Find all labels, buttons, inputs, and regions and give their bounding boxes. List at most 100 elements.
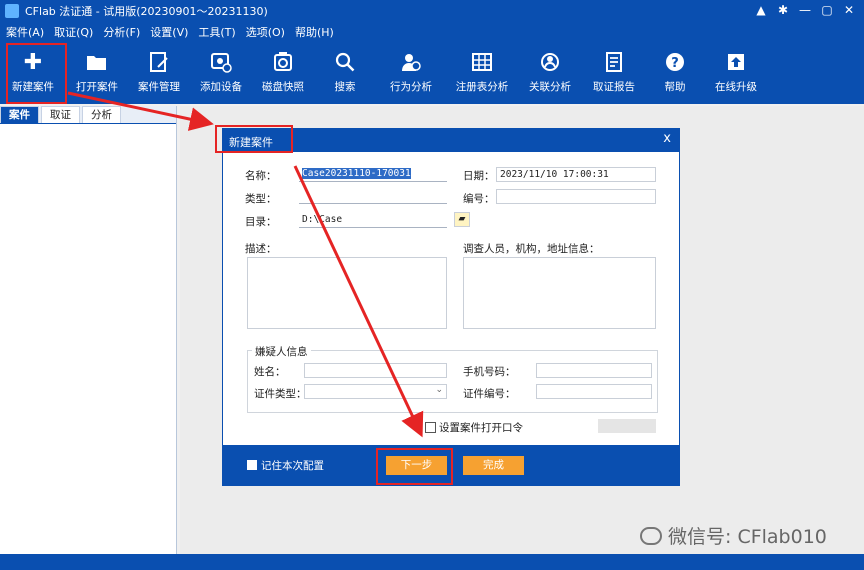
directory-field[interactable]: D:\Case (299, 213, 447, 228)
type-label: 类型： (245, 193, 277, 205)
new-case-dialog: 新建案件 x 名称： Case20231110-170031 日期： 2023/… (222, 128, 680, 486)
folder-open-icon (84, 49, 110, 75)
directory-label: 目录： (245, 216, 277, 228)
behavior-analysis-button[interactable]: 行为分析 (376, 42, 446, 104)
minimize-button[interactable]: — (794, 0, 816, 22)
status-bar (0, 554, 864, 570)
main-toolbar: ✚ 新建案件 打开案件 案件管理 添加设备 磁盘快照 搜索 行为分析 注册表分析… (0, 42, 864, 104)
suspect-info-title: 嫌疑人信息 (252, 344, 311, 359)
wechat-watermark: 微信号: CFlab010 (640, 522, 827, 549)
app-logo-icon (5, 4, 19, 18)
highlight-next-button (376, 448, 453, 485)
registry-analysis-label: 注册表分析 (455, 81, 509, 93)
help-button[interactable]: ? 帮助 (646, 42, 704, 104)
menu-help[interactable]: 帮助(H) (295, 24, 334, 40)
online-upgrade-button[interactable]: 在线升级 (704, 42, 768, 104)
link-analysis-label: 关联分析 (529, 81, 571, 93)
menu-forensics[interactable]: 取证(Q) (54, 24, 93, 40)
password-checkbox[interactable] (425, 422, 436, 433)
watermark-text: 微信号: CFlab010 (668, 526, 827, 548)
tab-analysis[interactable]: 分析 (82, 106, 121, 123)
phone-label: 手机号码： (463, 366, 516, 378)
highlight-new-case (6, 43, 67, 104)
menu-settings[interactable]: 设置(V) (150, 24, 188, 40)
dialog-body: 名称： Case20231110-170031 日期： 2023/11/10 1… (223, 152, 679, 445)
pin-icon[interactable]: ▲ (750, 0, 772, 22)
behavior-analysis-icon (398, 49, 424, 75)
forensic-report-label: 取证报告 (593, 81, 635, 93)
suspect-info-group (247, 350, 658, 413)
case-name-field[interactable]: Case20231110-170031 (299, 167, 447, 182)
case-manage-button[interactable]: 案件管理 (128, 42, 190, 104)
add-device-label: 添加设备 (200, 81, 242, 93)
id-number-label: 证件编号： (463, 388, 516, 400)
search-label: 搜索 (334, 81, 356, 93)
id-type-select[interactable]: ⌄ (304, 384, 447, 399)
phone-field[interactable] (536, 363, 652, 378)
date-label: 日期： (463, 170, 495, 182)
remember-label: 记住本次配置 (261, 460, 324, 472)
investigator-textarea[interactable] (463, 257, 656, 329)
remember-checkbox[interactable] (247, 460, 257, 470)
settings-icon[interactable]: ✱ (772, 0, 794, 22)
disk-snapshot-icon (270, 49, 296, 75)
help-label: 帮助 (664, 81, 686, 93)
search-button[interactable]: 搜索 (314, 42, 376, 104)
case-number-field[interactable] (496, 189, 656, 204)
case-name-value: Case20231110-170031 (302, 168, 411, 179)
window-controls: ▲ ✱ — ▢ ✕ (750, 0, 860, 22)
case-manage-label: 案件管理 (138, 81, 180, 93)
description-textarea[interactable] (247, 257, 447, 329)
case-tree-panel: 案件 取证 分析 (0, 106, 177, 554)
add-device-icon (208, 49, 234, 75)
add-device-button[interactable]: 添加设备 (190, 42, 252, 104)
id-number-field[interactable] (536, 384, 652, 399)
title-bar: CFlab 法证通 - 试用版(20230901～20231130) ▲ ✱ —… (0, 0, 864, 22)
description-label: 描述： (245, 243, 277, 255)
disk-snapshot-button[interactable]: 磁盘快照 (252, 42, 314, 104)
id-type-label: 证件类型： (254, 388, 307, 400)
investigator-label: 调查人员，机构，地址信息： (463, 243, 600, 255)
upgrade-icon (723, 49, 749, 75)
link-analysis-button[interactable]: 关联分析 (518, 42, 582, 104)
menu-options[interactable]: 选项(O) (246, 24, 285, 40)
registry-icon (469, 49, 495, 75)
name-label: 名称： (245, 170, 277, 182)
date-field[interactable]: 2023/11/10 17:00:31 (496, 167, 656, 182)
case-type-field[interactable] (299, 189, 447, 204)
password-check-label: 设置案件打开口令 (439, 422, 523, 434)
svg-text:?: ? (671, 56, 679, 71)
tab-forensics[interactable]: 取证 (41, 106, 80, 123)
forensic-report-button[interactable]: 取证报告 (582, 42, 646, 104)
browse-folder-icon[interactable]: ▰ (454, 212, 470, 227)
search-icon (332, 49, 358, 75)
left-tabs: 案件 取证 分析 (0, 106, 176, 124)
open-case-label: 打开案件 (76, 81, 118, 93)
highlight-dialog-title (215, 125, 293, 153)
tab-case[interactable]: 案件 (0, 106, 39, 123)
close-button[interactable]: ✕ (838, 0, 860, 22)
report-icon (601, 49, 627, 75)
window-title: CFlab 法证通 - 试用版(20230901～20231130) (25, 5, 268, 18)
menu-bar: 案件(A) 取证(Q) 分析(F) 设置(V) 工具(T) 选项(O) 帮助(H… (0, 22, 864, 42)
suspect-name-field[interactable] (304, 363, 447, 378)
registry-analysis-button[interactable]: 注册表分析 (446, 42, 518, 104)
dialog-close-icon[interactable]: x (663, 131, 671, 146)
online-upgrade-label: 在线升级 (715, 81, 757, 93)
behavior-analysis-label: 行为分析 (390, 81, 432, 93)
open-case-button[interactable]: 打开案件 (66, 42, 128, 104)
help-icon: ? (662, 49, 688, 75)
disk-snapshot-label: 磁盘快照 (262, 81, 304, 93)
case-manage-icon (146, 49, 172, 75)
maximize-button[interactable]: ▢ (816, 0, 838, 22)
menu-case[interactable]: 案件(A) (6, 24, 44, 40)
finish-button[interactable]: 完成 (463, 456, 524, 475)
menu-tools[interactable]: 工具(T) (198, 24, 235, 40)
suspect-name-label: 姓名： (254, 366, 286, 378)
chevron-down-icon: ⌄ (435, 385, 443, 395)
number-label: 编号： (463, 193, 495, 205)
menu-analysis[interactable]: 分析(F) (103, 24, 140, 40)
wechat-icon (640, 526, 662, 545)
password-placeholder (598, 419, 656, 433)
link-analysis-icon (537, 49, 563, 75)
